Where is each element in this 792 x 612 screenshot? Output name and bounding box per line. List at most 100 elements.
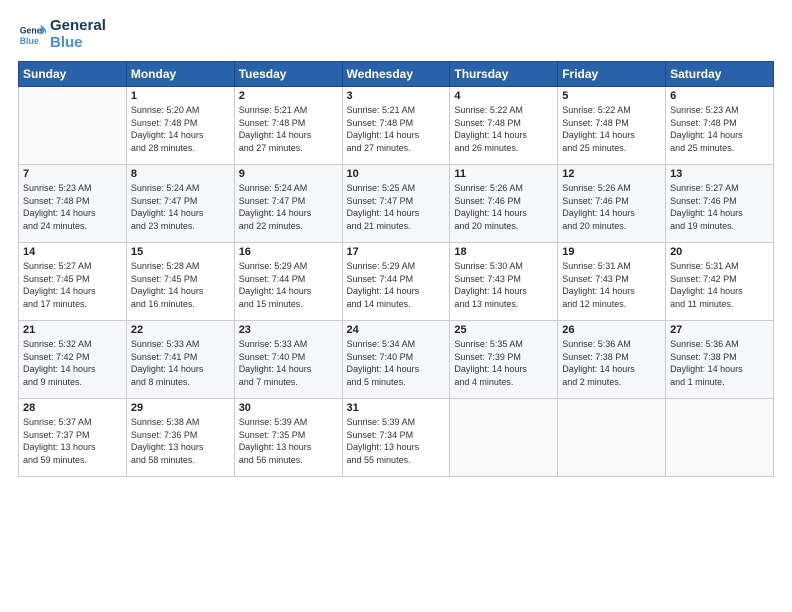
- calendar-cell: 29 Sunrise: 5:38 AM Sunset: 7:36 PM Dayli…: [126, 399, 234, 477]
- cell-content: Sunrise: 5:24 AM Sunset: 7:47 PM Dayligh…: [239, 182, 338, 232]
- calendar-week-row: 28 Sunrise: 5:37 AM Sunset: 7:37 PM Dayli…: [19, 399, 774, 477]
- cell-content: Sunrise: 5:26 AM Sunset: 7:46 PM Dayligh…: [562, 182, 661, 232]
- day-number: 7: [23, 168, 122, 180]
- calendar-cell: 15 Sunrise: 5:28 AM Sunset: 7:45 PM Dayli…: [126, 243, 234, 321]
- cell-content: Sunrise: 5:38 AM Sunset: 7:36 PM Dayligh…: [131, 416, 230, 466]
- calendar-cell: 10 Sunrise: 5:25 AM Sunset: 7:47 PM Dayli…: [342, 165, 450, 243]
- day-number: 25: [454, 324, 553, 336]
- calendar-cell: 26 Sunrise: 5:36 AM Sunset: 7:38 PM Dayli…: [558, 321, 666, 399]
- cell-content: Sunrise: 5:30 AM Sunset: 7:43 PM Dayligh…: [454, 260, 553, 310]
- cell-content: Sunrise: 5:39 AM Sunset: 7:35 PM Dayligh…: [239, 416, 338, 466]
- calendar-cell: [666, 399, 774, 477]
- cell-content: Sunrise: 5:28 AM Sunset: 7:45 PM Dayligh…: [131, 260, 230, 310]
- logo-icon: General Blue: [18, 21, 46, 49]
- calendar-cell: 28 Sunrise: 5:37 AM Sunset: 7:37 PM Dayli…: [19, 399, 127, 477]
- calendar-cell: 7 Sunrise: 5:23 AM Sunset: 7:48 PM Daylig…: [19, 165, 127, 243]
- calendar-cell: 2 Sunrise: 5:21 AM Sunset: 7:48 PM Daylig…: [234, 87, 342, 165]
- cell-content: Sunrise: 5:23 AM Sunset: 7:48 PM Dayligh…: [670, 104, 769, 154]
- day-number: 15: [131, 246, 230, 258]
- cell-content: Sunrise: 5:27 AM Sunset: 7:46 PM Dayligh…: [670, 182, 769, 232]
- calendar-cell: 22 Sunrise: 5:33 AM Sunset: 7:41 PM Dayli…: [126, 321, 234, 399]
- day-number: 10: [347, 168, 446, 180]
- day-number: 18: [454, 246, 553, 258]
- calendar-cell: 27 Sunrise: 5:36 AM Sunset: 7:38 PM Dayli…: [666, 321, 774, 399]
- calendar-cell: [558, 399, 666, 477]
- calendar-cell: 31Sunrise: 5:39 AM Sunset: 7:34 PM Dayli…: [342, 399, 450, 477]
- day-number: 13: [670, 168, 769, 180]
- calendar-table: SundayMondayTuesdayWednesdayThursdayFrid…: [18, 61, 774, 477]
- cell-content: Sunrise: 5:36 AM Sunset: 7:38 PM Dayligh…: [562, 338, 661, 388]
- day-number: 8: [131, 168, 230, 180]
- day-number: 19: [562, 246, 661, 258]
- day-number: 1: [131, 90, 230, 102]
- day-number: 14: [23, 246, 122, 258]
- day-number: 26: [562, 324, 661, 336]
- calendar-cell: 23Sunrise: 5:33 AM Sunset: 7:40 PM Dayli…: [234, 321, 342, 399]
- day-number: 31: [347, 402, 446, 414]
- cell-content: Sunrise: 5:36 AM Sunset: 7:38 PM Dayligh…: [670, 338, 769, 388]
- cell-content: Sunrise: 5:27 AM Sunset: 7:45 PM Dayligh…: [23, 260, 122, 310]
- cell-content: Sunrise: 5:24 AM Sunset: 7:47 PM Dayligh…: [131, 182, 230, 232]
- cell-content: Sunrise: 5:26 AM Sunset: 7:46 PM Dayligh…: [454, 182, 553, 232]
- calendar-day-header: Sunday: [19, 62, 127, 87]
- cell-content: Sunrise: 5:22 AM Sunset: 7:48 PM Dayligh…: [454, 104, 553, 154]
- day-number: 12: [562, 168, 661, 180]
- calendar-cell: 19 Sunrise: 5:31 AM Sunset: 7:43 PM Dayli…: [558, 243, 666, 321]
- day-number: 29: [131, 402, 230, 414]
- day-number: 6: [670, 90, 769, 102]
- day-number: 4: [454, 90, 553, 102]
- calendar-day-header: Wednesday: [342, 62, 450, 87]
- calendar-cell: 18 Sunrise: 5:30 AM Sunset: 7:43 PM Dayli…: [450, 243, 558, 321]
- cell-content: Sunrise: 5:21 AM Sunset: 7:48 PM Dayligh…: [239, 104, 338, 154]
- cell-content: Sunrise: 5:37 AM Sunset: 7:37 PM Dayligh…: [23, 416, 122, 466]
- calendar-cell: [450, 399, 558, 477]
- calendar-cell: [19, 87, 127, 165]
- calendar-cell: 6 Sunrise: 5:23 AM Sunset: 7:48 PM Daylig…: [666, 87, 774, 165]
- cell-content: Sunrise: 5:20 AM Sunset: 7:48 PM Dayligh…: [131, 104, 230, 154]
- cell-content: Sunrise: 5:33 AM Sunset: 7:40 PM Dayligh…: [239, 338, 338, 388]
- calendar-cell: 21 Sunrise: 5:32 AM Sunset: 7:42 PM Dayli…: [19, 321, 127, 399]
- day-number: 24: [347, 324, 446, 336]
- calendar-cell: 5 Sunrise: 5:22 AM Sunset: 7:48 PM Daylig…: [558, 87, 666, 165]
- day-number: 9: [239, 168, 338, 180]
- calendar-cell: 25Sunrise: 5:35 AM Sunset: 7:39 PM Dayli…: [450, 321, 558, 399]
- cell-content: Sunrise: 5:33 AM Sunset: 7:41 PM Dayligh…: [131, 338, 230, 388]
- calendar-cell: 4 Sunrise: 5:22 AM Sunset: 7:48 PM Daylig…: [450, 87, 558, 165]
- calendar-day-header: Tuesday: [234, 62, 342, 87]
- svg-text:Blue: Blue: [20, 35, 39, 45]
- cell-content: Sunrise: 5:31 AM Sunset: 7:43 PM Dayligh…: [562, 260, 661, 310]
- day-number: 17: [347, 246, 446, 258]
- day-number: 28: [23, 402, 122, 414]
- calendar-week-row: 7 Sunrise: 5:23 AM Sunset: 7:48 PM Daylig…: [19, 165, 774, 243]
- cell-content: Sunrise: 5:32 AM Sunset: 7:42 PM Dayligh…: [23, 338, 122, 388]
- cell-content: Sunrise: 5:34 AM Sunset: 7:40 PM Dayligh…: [347, 338, 446, 388]
- calendar-cell: 8 Sunrise: 5:24 AM Sunset: 7:47 PM Daylig…: [126, 165, 234, 243]
- cell-content: Sunrise: 5:25 AM Sunset: 7:47 PM Dayligh…: [347, 182, 446, 232]
- calendar-cell: 3Sunrise: 5:21 AM Sunset: 7:48 PM Daylig…: [342, 87, 450, 165]
- cell-content: Sunrise: 5:21 AM Sunset: 7:48 PM Dayligh…: [347, 104, 446, 154]
- calendar-week-row: 1 Sunrise: 5:20 AM Sunset: 7:48 PM Daylig…: [19, 87, 774, 165]
- day-number: 22: [131, 324, 230, 336]
- page-header: General Blue General Blue: [18, 18, 774, 51]
- day-number: 27: [670, 324, 769, 336]
- day-number: 5: [562, 90, 661, 102]
- calendar-cell: 14 Sunrise: 5:27 AM Sunset: 7:45 PM Dayli…: [19, 243, 127, 321]
- day-number: 30: [239, 402, 338, 414]
- logo-text-general: General: [50, 18, 106, 35]
- cell-content: Sunrise: 5:31 AM Sunset: 7:42 PM Dayligh…: [670, 260, 769, 310]
- calendar-week-row: 14 Sunrise: 5:27 AM Sunset: 7:45 PM Dayli…: [19, 243, 774, 321]
- calendar-cell: 11Sunrise: 5:26 AM Sunset: 7:46 PM Dayli…: [450, 165, 558, 243]
- day-number: 21: [23, 324, 122, 336]
- calendar-cell: 9 Sunrise: 5:24 AM Sunset: 7:47 PM Daylig…: [234, 165, 342, 243]
- cell-content: Sunrise: 5:23 AM Sunset: 7:48 PM Dayligh…: [23, 182, 122, 232]
- cell-content: Sunrise: 5:29 AM Sunset: 7:44 PM Dayligh…: [239, 260, 338, 310]
- calendar-week-row: 21 Sunrise: 5:32 AM Sunset: 7:42 PM Dayli…: [19, 321, 774, 399]
- calendar-cell: 24 Sunrise: 5:34 AM Sunset: 7:40 PM Dayli…: [342, 321, 450, 399]
- calendar-cell: 1 Sunrise: 5:20 AM Sunset: 7:48 PM Daylig…: [126, 87, 234, 165]
- day-number: 2: [239, 90, 338, 102]
- calendar-cell: 30 Sunrise: 5:39 AM Sunset: 7:35 PM Dayli…: [234, 399, 342, 477]
- calendar-header-row: SundayMondayTuesdayWednesdayThursdayFrid…: [19, 62, 774, 87]
- calendar-day-header: Thursday: [450, 62, 558, 87]
- cell-content: Sunrise: 5:22 AM Sunset: 7:48 PM Dayligh…: [562, 104, 661, 154]
- calendar-cell: 17Sunrise: 5:29 AM Sunset: 7:44 PM Dayli…: [342, 243, 450, 321]
